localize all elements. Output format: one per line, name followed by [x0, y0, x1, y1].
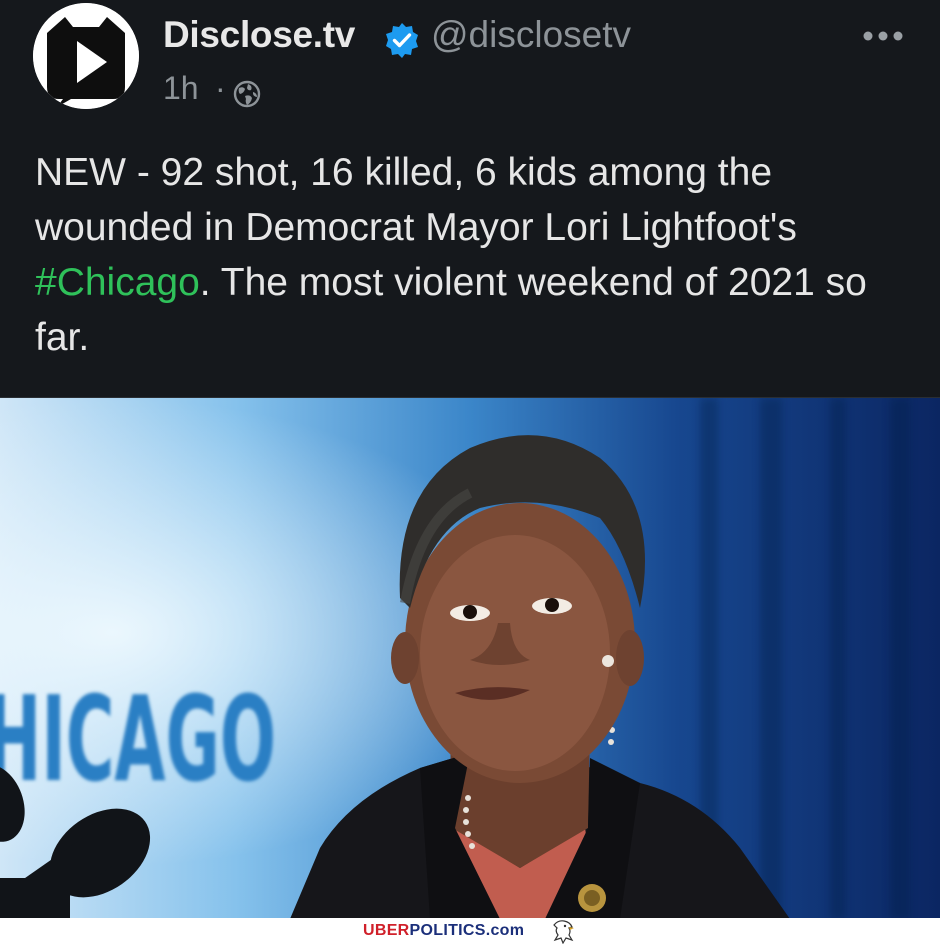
- meta-separator: ·: [215, 70, 226, 106]
- watermark-bar: UBERPOLITICS.com: [0, 918, 940, 945]
- avatar-logo-icon: [33, 3, 139, 109]
- post-timestamp[interactable]: 1h: [163, 70, 199, 107]
- post-header: Disclose.tv @disclosetv 1h ·: [0, 0, 940, 130]
- background-sign-text: HICAGO: [0, 670, 276, 808]
- author-handle[interactable]: @disclosetv: [431, 14, 631, 56]
- globe-icon: [233, 80, 261, 108]
- post-text: NEW - 92 shot, 16 killed, 6 kids among t…: [35, 145, 915, 365]
- watermark-politics: POLITICS.com: [409, 922, 525, 939]
- verified-badge-icon: [386, 23, 418, 58]
- eagle-icon: [553, 920, 574, 944]
- post-image[interactable]: HICAGO: [0, 397, 940, 919]
- author-name[interactable]: Disclose.tv: [163, 14, 355, 56]
- avatar[interactable]: [33, 3, 139, 109]
- watermark-text: UBERPOLITICS.com: [363, 922, 524, 940]
- post-photo: HICAGO: [0, 398, 940, 919]
- more-options-icon[interactable]: [862, 30, 904, 42]
- hashtag-link[interactable]: #Chicago: [35, 261, 200, 304]
- post-text-part1: NEW - 92 shot, 16 killed, 6 kids among t…: [35, 151, 797, 249]
- watermark-uber: UBER: [363, 922, 410, 939]
